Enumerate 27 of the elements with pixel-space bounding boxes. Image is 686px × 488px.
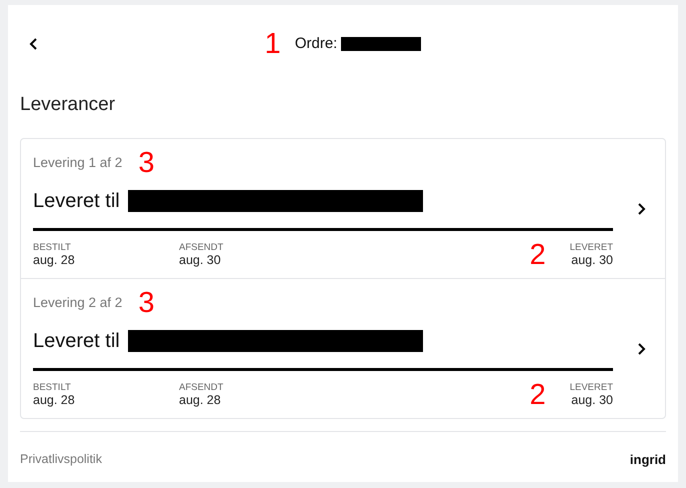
delivery-row[interactable]: Levering 1 af 2 3 Leveret til BESTILT aug. 28 AFSENDT aug. 30 2 LEVERET aug. 30 [21,138,665,278]
step-label: BESTILT [33,242,72,254]
delivery-recipient: Leveret til [33,188,120,214]
annotation-number: 3 [138,288,154,318]
step-label: LEVERET [570,382,613,394]
step-label: BESTILT [33,382,72,394]
step-label: AFSENDT [179,242,224,254]
delivery-recipient: Leveret til [33,328,120,354]
annotation-number: 1 [264,30,281,58]
order-title: Ordre: [294,34,338,54]
step-date: aug. 30 [570,393,613,408]
delivery-label: Levering 1 af 2 [33,154,122,172]
delivery-row[interactable]: Levering 2 af 2 3 Leveret til BESTILT aug. 28 AFSENDT aug. 28 2 LEVERET aug. 30 [21,278,665,418]
step-label: LEVERET [570,242,613,254]
step-date: aug. 28 [179,393,222,408]
step-date: aug. 30 [570,253,613,268]
annotation-number: 3 [138,148,154,178]
section-title: Leverancer [20,93,116,117]
delivery-label: Levering 2 af 2 [33,294,122,312]
step-date: aug. 28 [33,253,76,268]
step-date: aug. 28 [33,393,76,408]
step-date: aug. 30 [179,253,222,268]
privacy-link[interactable]: Privatlivspolitik [20,450,102,469]
annotation-number: 2 [530,380,546,410]
step-label: AFSENDT [179,382,224,394]
annotation-number: 2 [530,240,546,270]
brand-logo: ingrid [630,450,666,469]
